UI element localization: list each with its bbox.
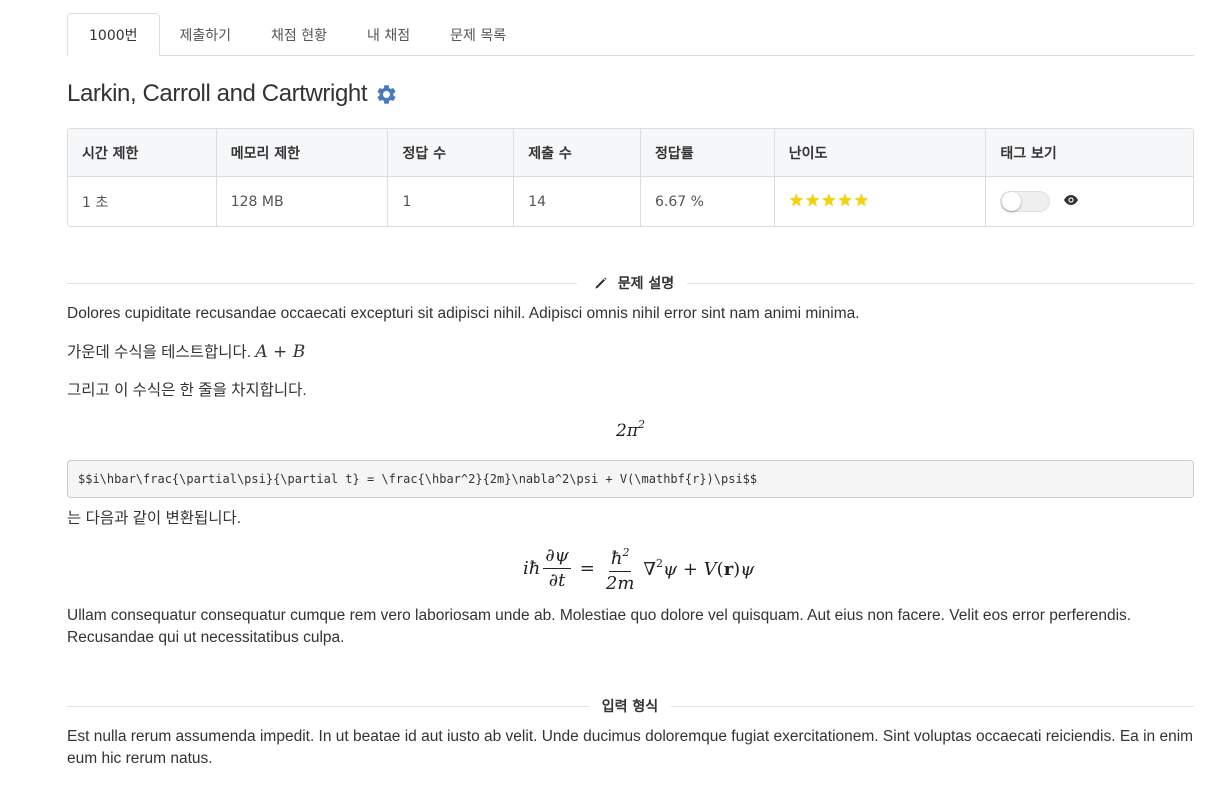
paragraph-text: 가운데 수식을 테스트합니다. — [67, 344, 252, 361]
math-base: 2π — [616, 421, 638, 441]
accept-rate-value: 6.67 % — [641, 177, 775, 226]
code-block: $$i\hbar\frac{\partial\psi}{\partial t} … — [67, 460, 1194, 498]
divider — [671, 706, 1194, 707]
description-paragraph-5: Ullam consequatur consequatur cumque rem… — [67, 607, 1132, 646]
difficulty-value: ★ ★ ★ ★ ★ — [775, 177, 987, 226]
section-heading-description: 문제 설명 — [67, 273, 1194, 293]
toggle-knob — [1002, 192, 1022, 211]
tab-submit[interactable]: 제출하기 — [160, 13, 252, 56]
schrodinger-equation: iħ ∂ψ ∂t = ħ2 2m ∇2ψ + V(r)ψ — [523, 540, 754, 596]
star-icon: ★ — [837, 191, 853, 211]
page: 1000번 제출하기 채점 현황 내 채점 문제 목록 Larkin, Carr… — [0, 0, 1230, 797]
section-title: 문제 설명 — [579, 273, 689, 293]
description-paragraph-1: Dolores cupiditate recusandae occaecati … — [67, 305, 860, 322]
header-memory-limit: 메모리 제한 — [216, 129, 389, 177]
display-math: 2π2 — [67, 418, 1194, 441]
math-fraction: ∂ψ ∂t — [543, 544, 571, 591]
section-title: 입력 형식 — [591, 696, 669, 716]
header-difficulty: 난이도 — [774, 129, 987, 177]
gear-icon[interactable] — [375, 83, 398, 106]
description-paragraph-4: 는 다음과 같이 변환됩니다. — [67, 510, 242, 527]
tags-cell — [986, 177, 1193, 226]
header-time-limit: 시간 제한 — [68, 129, 217, 177]
problem-info-table: 시간 제한 메모리 제한 정답 수 제출 수 정답률 난이도 태그 보기 1 초… — [67, 128, 1194, 227]
tab-my-submissions[interactable]: 내 채점 — [347, 13, 430, 56]
description-paragraph-2: 가운데 수식을 테스트합니다. A + B — [67, 341, 1194, 364]
description-paragraph-3: 그리고 이 수식은 한 줄을 차지합니다. — [67, 382, 307, 399]
header-accepted: 정답 수 — [388, 129, 515, 177]
table-row: 1 초 128 MB 1 14 6.67 % ★ ★ ★ ★ ★ — [68, 177, 1193, 226]
tab-problem-list[interactable]: 문제 목록 — [430, 13, 526, 56]
math-fraction: ħ2 2m — [604, 542, 637, 595]
header-submissions: 제출 수 — [514, 129, 641, 177]
input-paragraph-1: Est nulla rerum assumenda impedit. In ut… — [67, 728, 1194, 767]
star-icon: ★ — [821, 191, 837, 211]
tag-toggle-switch[interactable] — [1000, 191, 1051, 212]
star-icon: ★ — [805, 191, 821, 211]
divider — [67, 283, 577, 284]
time-limit-value: 1 초 — [68, 177, 217, 226]
problem-tabs: 1000번 제출하기 채점 현황 내 채점 문제 목록 — [67, 13, 1194, 56]
header-tags: 태그 보기 — [986, 129, 1193, 177]
divider — [687, 283, 1194, 284]
divider — [67, 706, 589, 707]
submissions-value: 14 — [514, 177, 641, 226]
title-row: Larkin, Carroll and Cartwright — [67, 80, 398, 108]
difficulty-stars: ★ ★ ★ ★ ★ — [789, 193, 972, 210]
problem-title: Larkin, Carroll and Cartwright — [67, 80, 368, 107]
tab-status[interactable]: 채점 현황 — [251, 13, 347, 56]
pencil-icon — [594, 276, 608, 290]
memory-limit-value: 128 MB — [217, 177, 389, 226]
tab-problem[interactable]: 1000번 — [67, 13, 160, 56]
math-i: iħ — [523, 557, 541, 579]
section-heading-input: 입력 형식 — [67, 696, 1194, 716]
tag-controls — [1000, 191, 1179, 212]
math-exponent: 2 — [638, 418, 645, 431]
table-header-row: 시간 제한 메모리 제한 정답 수 제출 수 정답률 난이도 태그 보기 — [68, 129, 1193, 177]
star-icon: ★ — [853, 191, 870, 211]
header-accept-rate: 정답률 — [641, 129, 775, 177]
inline-math: A + B — [255, 342, 306, 362]
eye-icon — [1064, 194, 1079, 209]
section-title-text: 문제 설명 — [617, 276, 675, 292]
accepted-value: 1 — [388, 177, 515, 226]
star-icon: ★ — [788, 191, 805, 211]
